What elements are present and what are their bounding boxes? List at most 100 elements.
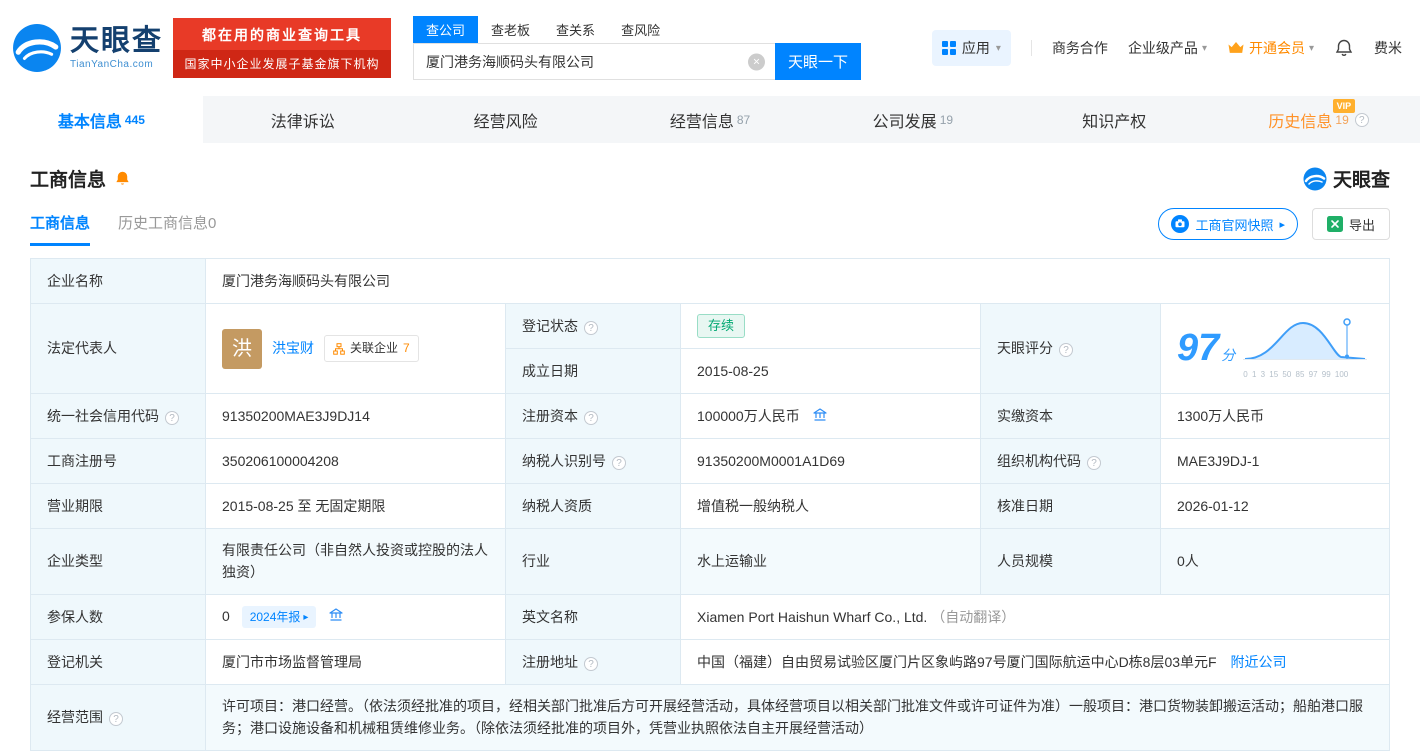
search-area: 查公司 查老板 查关系 查风险 × 天眼一下 — [413, 16, 862, 80]
search-box: × — [413, 43, 776, 80]
business-info-section: 工商信息 天眼查 工商信息 历史工商信息0 工商官网快照 ▸ 导出 企业名称 厦… — [0, 143, 1420, 751]
paid-capital-value: 1300万人民币 — [1160, 393, 1390, 439]
search-row: × 天眼一下 — [413, 43, 862, 80]
paid-capital-label: 实缴资本 — [980, 393, 1161, 439]
reg-address-label: 注册地址? — [505, 638, 681, 685]
taxpayer-quality-label: 纳税人资质 — [505, 483, 681, 529]
table-row: 参保人数 0 2024年报 ▸ 英文名称 Xiamen Port Haishun… — [30, 593, 1390, 640]
score-axis-labels: 0 1 3 15 50 85 97 99 100 — [1243, 369, 1349, 379]
arrow-right-icon: ▸ — [1279, 218, 1285, 231]
business-info-table: 企业名称 厦门港务海顺码头有限公司 法定代表人 洪 洪宝财 关联企业 7 登记状… — [30, 258, 1390, 751]
tab-count: 19 — [1335, 112, 1349, 127]
legal-rep-name-link[interactable]: 洪宝财 — [272, 337, 314, 359]
help-icon[interactable]: ? — [584, 320, 598, 335]
apps-grid-icon — [941, 41, 956, 55]
insured-record-icon[interactable] — [328, 607, 344, 623]
help-icon[interactable]: ? — [584, 656, 598, 671]
tab-legal-proceedings[interactable]: 法律诉讼 — [203, 96, 406, 143]
reg-capital-label: 注册资本? — [505, 393, 681, 439]
tyc-score-value[interactable]: 97 分 0 1 3 15 50 85 97 99 100 — [1160, 303, 1390, 394]
reg-number-label: 工商注册号 — [30, 438, 206, 484]
org-chart-icon — [333, 342, 345, 355]
tab-history-info[interactable]: VIP 历史信息 19 ? — [1217, 96, 1420, 143]
help-icon[interactable]: ? — [612, 455, 626, 470]
tab-business-operations[interactable]: 经营信息 87 — [609, 96, 812, 143]
enterprise-products-label: 企业级产品 — [1127, 40, 1198, 56]
help-icon[interactable]: ? — [1059, 343, 1073, 358]
official-snapshot-button[interactable]: 工商官网快照 ▸ — [1158, 208, 1298, 240]
tianyancha-watermark-icon — [1303, 167, 1327, 190]
tab-company-development[interactable]: 公司发展 19 — [811, 96, 1014, 143]
clear-search-icon[interactable]: × — [748, 53, 766, 70]
tab-count: 87 — [736, 112, 751, 127]
top-nav: 应用 ▾ 商务合作 企业级产品 ▾ 开通会员 ▾ 费米 — [931, 30, 1402, 66]
chevron-down-icon: ▾ — [1201, 42, 1207, 54]
search-tab-boss[interactable]: 查老板 — [478, 16, 543, 43]
apps-menu-button[interactable]: 应用 ▾ — [931, 30, 1011, 66]
crown-icon — [1228, 42, 1244, 53]
tianyancha-watermark: 天眼查 — [1303, 165, 1390, 192]
company-name-value: 厦门港务海顺码头有限公司 — [205, 258, 1390, 304]
table-row: 营业期限 2015-08-25 至 无固定期限 纳税人资质 增值税一般纳税人 核… — [30, 483, 1390, 529]
monitor-bell-icon[interactable] — [114, 170, 131, 187]
search-button[interactable]: 天眼一下 — [775, 43, 862, 80]
help-icon[interactable]: ? — [1087, 455, 1101, 470]
search-tab-risk[interactable]: 查风险 — [608, 16, 673, 43]
establish-date-label: 成立日期 — [505, 348, 681, 394]
approval-date-value: 2026-01-12 — [1160, 483, 1390, 529]
help-icon[interactable]: ? — [109, 711, 123, 726]
help-icon[interactable]: ? — [584, 410, 598, 425]
notifications-bell-icon[interactable] — [1334, 38, 1354, 58]
subtab-business-info[interactable]: 工商信息 — [30, 212, 91, 246]
table-row: 法定代表人 洪 洪宝财 关联企业 7 登记状态 ? 存续 天眼评分 ? 97 分… — [30, 303, 1390, 394]
insured-count-value: 0 2024年报 ▸ — [205, 593, 506, 640]
industry-label: 行业 — [505, 528, 681, 595]
apps-label: 应用 — [961, 40, 990, 56]
logo-text: 天眼查 TianYanCha.com — [70, 26, 163, 70]
tab-label: 法律诉讼 — [270, 113, 335, 131]
company-type-value: 有限责任公司（非自然人投资或控股的法人独资） — [205, 528, 506, 595]
enterprise-products-menu[interactable]: 企业级产品 ▾ — [1128, 38, 1207, 58]
legal-rep-avatar[interactable]: 洪 — [222, 328, 262, 369]
subtab-history-business-info[interactable]: 历史工商信息0 — [118, 212, 216, 246]
tianyancha-logo[interactable]: 天眼查 TianYanCha.com — [12, 23, 163, 73]
business-scope-label: 经营范围? — [30, 683, 206, 751]
help-icon[interactable]: ? — [165, 410, 179, 425]
related-companies-count: 7 — [403, 340, 410, 355]
taxpayer-quality-value: 增值税一般纳税人 — [680, 483, 981, 529]
auto-translate-note: （自动翻译） — [931, 608, 1016, 625]
reg-number-value: 350206100004208 — [205, 438, 506, 484]
vip-membership-link[interactable]: 开通会员 ▾ — [1227, 38, 1314, 58]
approval-date-label: 核准日期 — [980, 483, 1161, 529]
tab-operational-risk[interactable]: 经营风险 — [406, 96, 609, 143]
tab-intellectual-property[interactable]: 知识产权 — [1014, 96, 1217, 143]
tab-label: 经营信息 — [669, 113, 734, 131]
search-tab-relation[interactable]: 查关系 — [543, 16, 608, 43]
excel-icon — [1326, 216, 1343, 232]
watermark-label: 天眼查 — [1332, 170, 1390, 191]
export-button[interactable]: 导出 — [1311, 208, 1390, 240]
chevron-down-icon: ▾ — [995, 42, 1001, 54]
establish-date-value: 2015-08-25 — [680, 348, 981, 394]
logo-domain: TianYanCha.com — [70, 58, 154, 70]
tab-basic-info[interactable]: 基本信息 445 — [0, 96, 203, 143]
capital-change-icon[interactable] — [812, 407, 828, 423]
business-scope-value: 许可项目：港口经营。（依法须经批准的项目，经相关部门批准后方可开展经营活动，具体… — [205, 683, 1390, 751]
search-tab-company[interactable]: 查公司 — [413, 16, 479, 43]
search-input[interactable] — [413, 43, 776, 80]
user-menu[interactable]: 费米 — [1374, 38, 1402, 58]
table-row: 经营范围? 许可项目：港口经营。（依法须经批准的项目，经相关部门批准后方可开展经… — [30, 683, 1390, 751]
business-term-label: 营业期限 — [30, 483, 206, 529]
related-companies-tag[interactable]: 关联企业 7 — [324, 334, 419, 363]
english-name-label: 英文名称 — [505, 593, 681, 640]
section-head: 工商信息 天眼查 — [0, 143, 1420, 196]
annual-report-tag[interactable]: 2024年报 ▸ — [241, 606, 317, 629]
help-icon[interactable]: ? — [1354, 112, 1369, 127]
score-chart: 0 1 3 15 50 85 97 99 100 — [1243, 315, 1368, 381]
business-cooperation-link[interactable]: 商务合作 — [1052, 38, 1108, 58]
page: 天眼查 TianYanCha.com 都在用的商业查询工具 国家中小企业发展子基… — [0, 0, 1420, 751]
nearby-companies-link[interactable]: 附近公司 — [1230, 654, 1286, 670]
credit-code-value: 91350200MAE3J9DJ14 — [205, 393, 506, 439]
section-title: 工商信息 — [30, 170, 107, 191]
taxpayer-id-value: 91350200M0001A1D69 — [680, 438, 981, 484]
